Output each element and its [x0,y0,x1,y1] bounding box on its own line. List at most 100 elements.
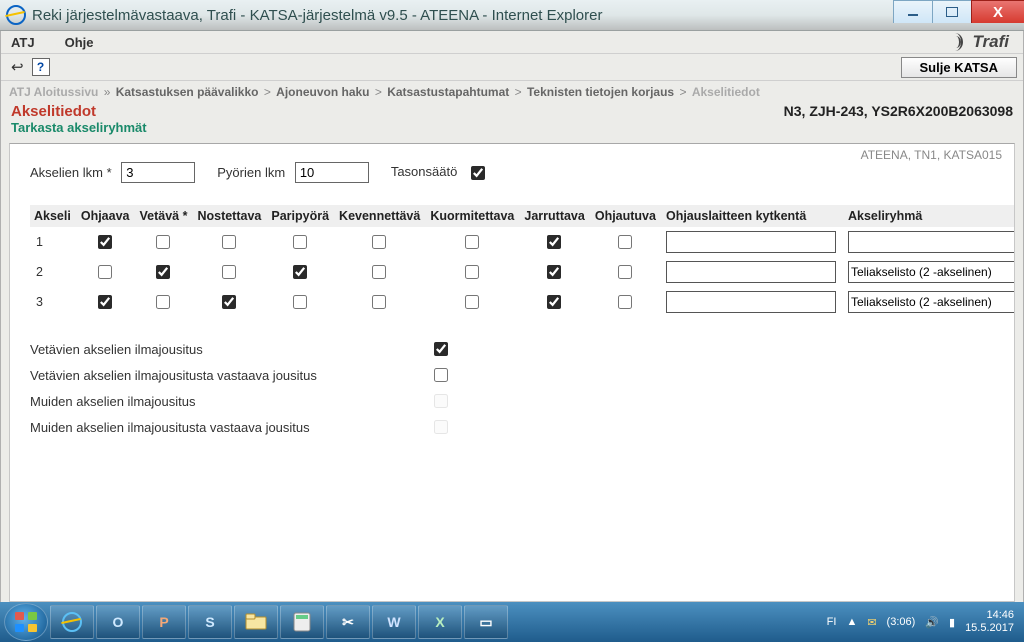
col-kevennettava: Kevennettävä [335,205,426,227]
vetava-checkbox[interactable] [156,295,170,309]
back-button[interactable]: ↩ [7,58,28,76]
env-label: ATEENA, TN1, KATSA015 [861,148,1002,162]
tray-clock[interactable]: 14:46 15.5.2017 [965,609,1014,634]
ohjautuva-checkbox[interactable] [618,295,632,309]
kevennettava-checkbox[interactable] [372,265,386,279]
tray-flag-icon[interactable]: ▲ [846,616,857,628]
nostettava-checkbox[interactable] [222,295,236,309]
col-ohjautuva: Ohjautuva [591,205,662,227]
jarruttava-checkbox[interactable] [547,295,561,309]
level-control-label: Tasonsäätö [391,164,458,179]
jarruttava-checkbox[interactable] [547,265,561,279]
tray-lang[interactable]: FI [827,616,837,628]
ohjautuva-checkbox[interactable] [618,265,632,279]
kuormitettava-checkbox[interactable] [465,265,479,279]
taskbar-word[interactable]: W [372,605,416,639]
kuormitettava-checkbox[interactable] [465,235,479,249]
susp-1-checkbox[interactable] [434,342,448,356]
tray-network-icon[interactable]: ▮ [949,616,955,629]
axle-table: Akseli Ohjaava Vetävä * Nostettava Parip… [30,205,1015,317]
akseliryhma-select[interactable] [848,231,1015,253]
susp-2-checkbox[interactable] [434,368,448,382]
help-button[interactable]: ? [32,58,50,76]
os-taskbar: O P S ✂ W X ▭ FI ▲ ✉ (3:06) 🔊 ▮ 14:46 15… [0,602,1024,642]
table-row: 2 Teliakselisto (2 -akselinen) [30,257,1015,287]
taskbar-calc[interactable] [280,605,324,639]
wheel-count-input[interactable] [295,162,369,183]
tray-battery[interactable]: (3:06) [887,616,916,628]
col-akseliryhma: Akseliryhmä [844,205,1015,227]
paripyora-checkbox[interactable] [293,265,307,279]
susp-1-label: Vetävien akselien ilmajousitus [30,342,390,357]
ohjaava-checkbox[interactable] [98,265,112,279]
menu-atj[interactable]: ATJ [11,35,35,50]
crumb-1[interactable]: Katsastuksen päävalikko [116,85,259,99]
taskbar-ie[interactable] [50,605,94,639]
col-nostettava: Nostettava [193,205,267,227]
akseliryhma-select[interactable]: Teliakselisto (2 -akselinen) [848,261,1015,283]
axle-number: 2 [30,257,77,287]
window-titlebar: Reki järjestelmävastaava, Trafi - KATSA-… [0,0,1024,31]
susp-2-label: Vetävien akselien ilmajousitusta vastaav… [30,368,390,383]
tray-mail-icon[interactable]: ✉ [867,616,876,629]
tray-speaker-icon[interactable]: 🔊 [925,616,939,629]
ie-icon [6,5,26,25]
akseliryhma-select[interactable]: Teliakselisto (2 -akselinen) [848,291,1015,313]
taskbar-snip[interactable]: ✂ [326,605,370,639]
col-ohjaava: Ohjaava [77,205,136,227]
menu-ohje[interactable]: Ohje [65,35,94,50]
app-toolbar: ↩ ? Sulje KATSA [1,53,1023,81]
kuormitettava-checkbox[interactable] [465,295,479,309]
taskbar-app[interactable]: ▭ [464,605,508,639]
app-menubar: ATJ Ohje Trafi [1,31,1023,53]
close-katsa-button[interactable]: Sulje KATSA [901,57,1018,78]
crumb-3[interactable]: Katsastustapahtumat [387,85,509,99]
taskbar-outlook[interactable]: O [96,605,140,639]
nostettava-checkbox[interactable] [222,265,236,279]
col-jarruttava: Jarruttava [520,205,590,227]
start-button[interactable] [4,603,48,641]
table-row: 1 [30,227,1015,257]
brand-arcs-icon [947,33,969,51]
ohjaava-checkbox[interactable] [98,235,112,249]
col-kuormitettava: Kuormitettava [426,205,520,227]
jarruttava-checkbox[interactable] [547,235,561,249]
axle-count-label: Akselien lkm [30,165,112,180]
window-minimize-button[interactable] [893,0,933,23]
ohjautuva-checkbox[interactable] [618,235,632,249]
crumb-4[interactable]: Teknisten tietojen korjaus [527,85,674,99]
taskbar-excel[interactable]: X [418,605,462,639]
page-subtitle: Tarkasta akseliryhmät [11,120,147,135]
page-title: Akselitiedot [11,103,147,120]
window-close-button[interactable]: X [971,0,1024,23]
window-title: Reki järjestelmävastaava, Trafi - KATSA-… [32,7,602,24]
vetava-checkbox[interactable] [156,235,170,249]
col-paripyora: Paripyörä [267,205,335,227]
ohjauslaite-select[interactable] [666,231,836,253]
crumb-home[interactable]: ATJ Aloitussivu [9,85,98,99]
kevennettava-checkbox[interactable] [372,295,386,309]
col-ohjauslaite: Ohjauslaitteen kytkentä [662,205,844,227]
paripyora-checkbox[interactable] [293,235,307,249]
window-maximize-button[interactable] [932,0,972,23]
paripyora-checkbox[interactable] [293,295,307,309]
system-tray: FI ▲ ✉ (3:06) 🔊 ▮ 14:46 15.5.2017 [827,609,1020,634]
taskbar-powerpoint[interactable]: P [142,605,186,639]
table-row: 3Teliakselisto (2 -akselinen) [30,287,1015,317]
kevennettava-checkbox[interactable] [372,235,386,249]
vetava-checkbox[interactable] [156,265,170,279]
breadcrumb: ATJ Aloitussivu » Katsastuksen päävalikk… [1,81,1023,101]
crumb-2[interactable]: Ajoneuvon haku [276,85,369,99]
col-vetava: Vetävä * [135,205,193,227]
suspension-options: Vetävien akselien ilmajousitus Vetävien … [30,339,994,437]
col-akseli: Akseli [30,205,77,227]
nostettava-checkbox[interactable] [222,235,236,249]
susp-3-checkbox [434,394,448,408]
axle-count-input[interactable] [121,162,195,183]
ohjaava-checkbox[interactable] [98,295,112,309]
taskbar-sharepoint[interactable]: S [188,605,232,639]
ohjauslaite-select[interactable] [666,261,836,283]
level-control-checkbox[interactable] [471,166,485,180]
ohjauslaite-select[interactable] [666,291,836,313]
taskbar-explorer[interactable] [234,605,278,639]
